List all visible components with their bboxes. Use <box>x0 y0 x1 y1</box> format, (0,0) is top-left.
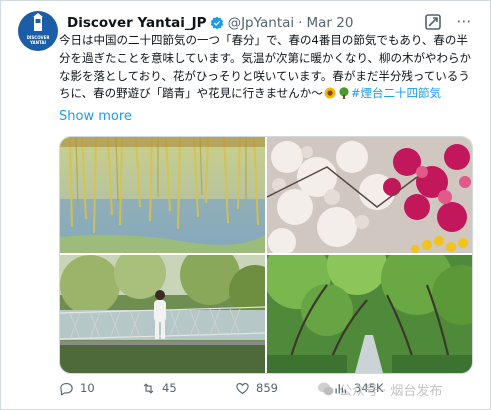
reply-button[interactable]: 10 <box>59 378 95 398</box>
avatar-text-2: YANTAI <box>30 40 46 45</box>
avatar[interactable]: DISCOVER YANTAI <box>18 11 58 51</box>
media-grid <box>59 136 473 374</box>
willow-photo[interactable] <box>60 137 265 253</box>
more-options-icon[interactable]: ⋯ <box>453 11 475 31</box>
like-count: 859 <box>256 381 278 395</box>
sunflower-emoji <box>324 87 336 99</box>
tree-emoji <box>339 87 349 100</box>
tweet-card[interactable]: DISCOVER YANTAI Discover Yantai_JP @JpYa… <box>0 0 491 410</box>
tweet-header: Discover Yantai_JP @JpYantai · Mar 20 <box>67 13 353 33</box>
reply-count: 10 <box>80 381 95 395</box>
separator-dot: · <box>298 15 303 31</box>
verified-badge-icon <box>210 16 223 30</box>
watermark-text: 公众号 · 烟台发布 <box>339 383 443 399</box>
tweet-text: 今日は中国の二十四節気の一つ「春分」で、春の4番目の節気でもあり、春の半分を過ぎ… <box>59 32 479 103</box>
repost-count: 45 <box>162 381 177 395</box>
repost-icon <box>143 382 154 394</box>
repost-button[interactable]: 45 <box>141 378 177 398</box>
reply-icon <box>60 382 73 396</box>
like-button[interactable]: 859 <box>235 378 278 398</box>
tweet-date[interactable]: Mar 20 <box>306 15 353 31</box>
author-name[interactable]: Discover Yantai_JP <box>67 15 207 31</box>
wechat-logo-icon <box>318 382 334 396</box>
tree-path-photo[interactable] <box>267 255 472 373</box>
grok-icon[interactable] <box>424 13 442 31</box>
author-handle[interactable]: @JpYantai <box>228 15 295 31</box>
show-more-link[interactable]: Show more <box>59 109 132 124</box>
bridge-photo[interactable] <box>60 255 265 373</box>
hashtag-link[interactable]: #煙台二十四節気 <box>351 86 441 100</box>
like-icon <box>236 382 249 394</box>
blossom-photo[interactable] <box>267 137 472 253</box>
watermark: 公众号 · 烟台发布 <box>317 379 442 399</box>
